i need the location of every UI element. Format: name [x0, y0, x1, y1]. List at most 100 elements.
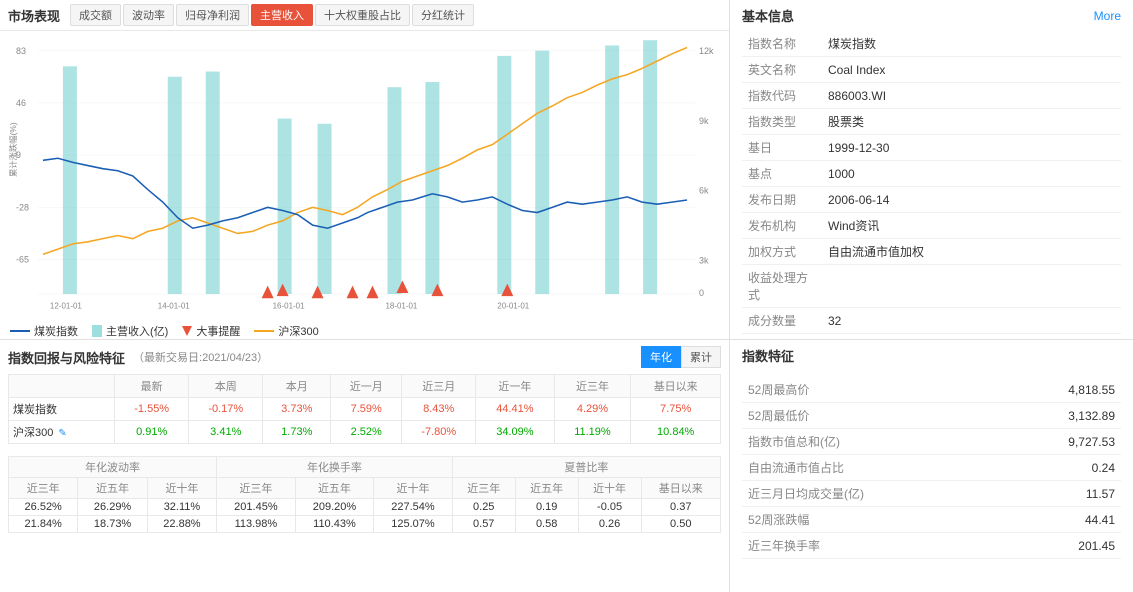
char-value-turnover: 201.45	[872, 533, 1121, 559]
main-container: 市场表现 成交额 波动率 归母净利润 主营收入 十大权重股占比 分红统计 83 …	[0, 0, 1133, 592]
tab-shidarights[interactable]: 十大权重股占比	[315, 4, 410, 26]
hs300-3m: -7.80%	[402, 421, 476, 444]
coal-index-line-icon	[10, 330, 30, 332]
volatility-table: 年化波动率 年化换手率 夏普比率 近三年 近五年 近十年 近三年 近五年 近十年…	[8, 456, 721, 533]
turn-col-3y: 近三年	[217, 478, 296, 499]
legend-revenue-label: 主营收入(亿)	[106, 323, 168, 339]
turn-coal-10y: 227.54%	[374, 499, 453, 516]
sharpe-coal-10y: -0.05	[578, 499, 641, 516]
svg-text:0: 0	[699, 288, 704, 298]
toggle-annual[interactable]: 年化	[641, 346, 681, 368]
hs300-week: 3.41%	[189, 421, 263, 444]
svg-text:-65: -65	[16, 255, 29, 265]
hs300-edit-icon[interactable]: ✎	[58, 428, 66, 439]
basic-info-table: 指数名称 煤炭指数 英文名称 Coal Index 指数代码 886003.WI…	[742, 31, 1121, 334]
tab-bodonglu[interactable]: 波动率	[123, 4, 174, 26]
revenue-bar-icon	[92, 325, 102, 337]
col-header-month: 本月	[263, 375, 331, 398]
vol-group-label: 年化波动率	[9, 457, 217, 478]
tab-zhuyingshouru[interactable]: 主营收入	[251, 4, 313, 26]
col-header-label	[9, 375, 115, 398]
col-header-3y: 近三年	[554, 375, 631, 398]
return-panel: 指数回报与风险特征 （最新交易日:2021/04/23） 年化 累计 最新 本周…	[0, 340, 730, 592]
volatility-row-coal: 26.52% 26.29% 32.11% 201.45% 209.20% 227…	[9, 499, 721, 516]
char-label-52wchange: 52周涨跌幅	[742, 507, 872, 533]
vol-col-10y: 近十年	[147, 478, 216, 499]
turn-hs300-10y: 125.07%	[374, 516, 453, 533]
volatility-group-header: 年化波动率 年化换手率 夏普比率	[9, 457, 721, 478]
char-table: 52周最高价 4,818.55 52周最低价 3,132.89 指数市值总和(亿…	[742, 377, 1121, 559]
tab-chengjiaoe[interactable]: 成交额	[70, 4, 121, 26]
volatility-row-hs300: 21.84% 18.73% 22.88% 113.98% 110.43% 125…	[9, 516, 721, 533]
return-row-coal: 煤炭指数 -1.55% -0.17% 3.73% 7.59% 8.43% 44.…	[9, 398, 721, 421]
sharpe-col-3y: 近三年	[452, 478, 515, 499]
legend-event: 大事提醒	[182, 323, 240, 339]
hs300-month: 1.73%	[263, 421, 331, 444]
label-publisher: 发布机构	[742, 213, 822, 239]
sharpe-coal-3y: 0.25	[452, 499, 515, 516]
char-header: 指数特征	[742, 346, 1121, 371]
return-table: 最新 本周 本月 近一月 近三月 近一年 近三年 基日以来 煤炭指数 -1.55…	[8, 374, 721, 444]
return-title: 指数回报与风险特征	[8, 348, 125, 367]
sharpe-coal-5y: 0.19	[515, 499, 578, 516]
char-title: 指数特征	[742, 346, 794, 365]
value-index-code: 886003.WI	[822, 83, 1121, 109]
toggle-group: 年化 累计	[641, 346, 721, 368]
return-header: 指数回报与风险特征 （最新交易日:2021/04/23） 年化 累计	[8, 346, 721, 368]
vol-col-5y: 近五年	[78, 478, 147, 499]
label-eng-name: 英文名称	[742, 57, 822, 83]
legend-hs300-label: 沪深300	[278, 323, 318, 339]
coal-month: 3.73%	[263, 398, 331, 421]
char-value-freefloat: 0.24	[872, 455, 1121, 481]
char-value-avgvol: 11.57	[872, 481, 1121, 507]
svg-text:12k: 12k	[699, 46, 714, 56]
chart-area: 83 46 9 -28 -65 累计涨跌幅(%) 12k 9k 6k 3k 0	[0, 31, 729, 321]
coal-since: 7.75%	[631, 398, 721, 421]
hs300-3y: 11.19%	[554, 421, 631, 444]
vol-coal-10y: 32.11%	[147, 499, 216, 516]
toggle-cumulative[interactable]: 累计	[681, 346, 721, 368]
market-chart: 83 46 9 -28 -65 累计涨跌幅(%) 12k 9k 6k 3k 0	[8, 35, 721, 317]
label-index-name: 指数名称	[742, 31, 822, 57]
svg-text:83: 83	[16, 46, 26, 56]
market-header: 市场表现 成交额 波动率 归母净利润 主营收入 十大权重股占比 分红统计	[0, 0, 729, 31]
label-count: 成分数量	[742, 308, 822, 334]
col-header-3m: 近三月	[402, 375, 476, 398]
sharpe-col-10y: 近十年	[578, 478, 641, 499]
char-label-freefloat: 自由流通市值占比	[742, 455, 872, 481]
turn-col-10y: 近十年	[374, 478, 453, 499]
char-value-low: 3,132.89	[872, 403, 1121, 429]
vol-coal-3y: 26.52%	[9, 499, 78, 516]
chart-legend: 煤炭指数 主营收入(亿) 大事提醒 沪深300	[0, 321, 729, 339]
vol-hs300-5y: 18.73%	[78, 516, 147, 533]
svg-text:-28: -28	[16, 202, 29, 212]
char-row-52wchange: 52周涨跌幅 44.41	[742, 507, 1121, 533]
sharpe-col-since: 基日以来	[641, 478, 720, 499]
legend-revenue: 主营收入(亿)	[92, 323, 168, 339]
coal-latest: -1.55%	[115, 398, 189, 421]
char-row-freefloat: 自由流通市值占比 0.24	[742, 455, 1121, 481]
label-return-method: 收益处理方式	[742, 265, 822, 308]
vol-col-3y: 近三年	[9, 478, 78, 499]
char-label-turnover: 近三年换手率	[742, 533, 872, 559]
value-count: 32	[822, 308, 1121, 334]
sharpe-coal-since: 0.37	[641, 499, 720, 516]
svg-text:18-01-01: 18-01-01	[385, 301, 417, 310]
vol-coal-5y: 26.29%	[78, 499, 147, 516]
value-index-name: 煤炭指数	[822, 31, 1121, 57]
hs300-1y: 34.09%	[476, 421, 554, 444]
label-base-point: 基点	[742, 161, 822, 187]
basic-info-title: 基本信息	[742, 6, 794, 25]
label-weighting: 加权方式	[742, 239, 822, 265]
info-row-publisher: 发布机构 Wind资讯	[742, 213, 1121, 239]
char-label-low: 52周最低价	[742, 403, 872, 429]
info-row-pubdate: 发布日期 2006-06-14	[742, 187, 1121, 213]
tab-guimu[interactable]: 归母净利润	[176, 4, 249, 26]
hs300-latest: 0.91%	[115, 421, 189, 444]
volatility-col-header: 近三年 近五年 近十年 近三年 近五年 近十年 近三年 近五年 近十年 基日以来	[9, 478, 721, 499]
row-label-hs300: 沪深300 ✎	[9, 421, 115, 444]
tab-fenhong[interactable]: 分红统计	[412, 4, 474, 26]
return-date: （最新交易日:2021/04/23）	[133, 349, 268, 365]
value-eng-name: Coal Index	[822, 57, 1121, 83]
more-link[interactable]: More	[1094, 9, 1121, 23]
